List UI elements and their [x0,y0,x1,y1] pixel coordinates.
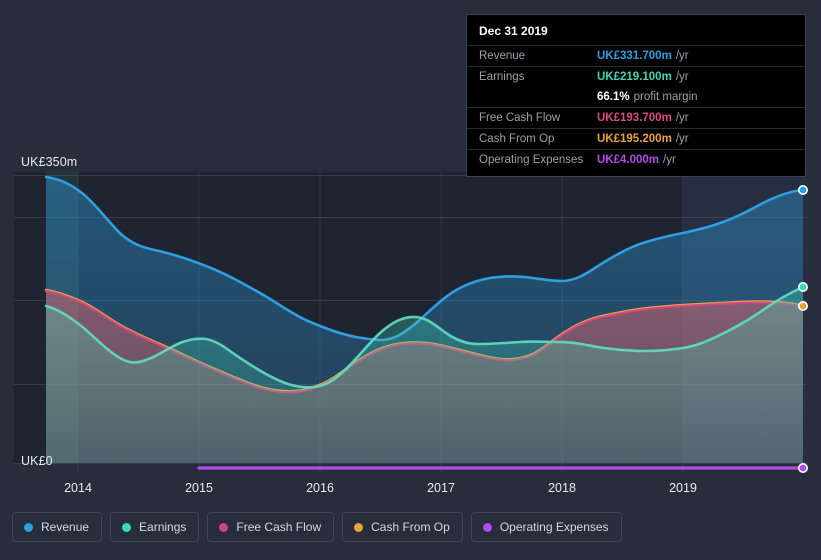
x-tick-label-2019: 2019 [669,481,697,495]
tooltip-row: Free Cash Flow UK£193.700m/yr [467,107,805,128]
financial-area-chart-screen: UK£350m UK£0 2014 2015 2016 2017 2018 2019 De… [0,0,821,560]
x-tick-label-2016: 2016 [306,481,334,495]
legend-item-cash-from-op[interactable]: Cash From Op [342,512,463,542]
legend-item-label: Free Cash Flow [236,520,322,534]
y-axis-zero-label: UK£0 [21,454,53,468]
x-tick-label-2014: 2014 [64,481,92,495]
legend-item-label: Operating Expenses [499,520,609,534]
tooltip-row: 66.1% profit margin [467,87,805,107]
tooltip-row: Earnings UK£219.100m/yr [467,66,805,87]
tooltip-row: Cash From Op UK£195.200m/yr [467,128,805,149]
tooltip-date: Dec 31 2019 [479,24,548,38]
data-point-tooltip: Dec 31 2019 Revenue UK£331.700m/yr Earning… [466,14,806,177]
tooltip-row-suffix: /yr [675,50,689,62]
legend-color-dot-icon [122,522,132,532]
legend-color-dot-icon [24,522,33,532]
legend-color-dot-icon [482,522,492,532]
tooltip-row-label: Operating Expenses [479,154,584,166]
tooltip-row-suffix: /yr [663,154,676,166]
x-tick-label-2015: 2015 [185,481,213,495]
tooltip-row-value: UK£193.700m [597,112,672,124]
legend-item-operating-expenses[interactable]: Operating Expenses [470,512,622,542]
tooltip-row: Revenue UK£331.700m/yr [467,45,805,66]
legend-item-label: Revenue [41,520,90,534]
y-axis-max-label: UK£350m [21,155,78,169]
tooltip-rows: Revenue UK£331.700m/yr Earnings UK£219.100m… [467,45,805,170]
legend-item-free-cash-flow[interactable]: Free Cash Flow [207,512,335,542]
tooltip-row-value: UK£4.000m [597,154,660,166]
x-tick-label-2018: 2018 [548,481,576,495]
x-tick-label-2017: 2017 [427,481,455,495]
tooltip-row-label: Free Cash Flow [479,112,561,124]
tooltip-row-label: Earnings [479,71,525,83]
tooltip-row-value: UK£195.200m [597,133,672,145]
tooltip-row-suffix: profit margin [633,91,698,103]
chart-legend[interactable]: Revenue Earnings Free Cash Flow Cash From O… [12,512,622,542]
tooltip-row-suffix: /yr [675,112,689,124]
tooltip-row-suffix: /yr [675,71,689,83]
tooltip-row-value: UK£219.100m [597,71,672,83]
legend-item-label: Cash From Op [371,520,450,534]
tooltip-row: Operating Expenses UK£4.000m/yr [467,149,805,170]
legend-item-earnings[interactable]: Earnings [110,512,200,542]
legend-color-dot-icon [354,522,364,532]
legend-item-label: Earnings [139,520,187,534]
legend-color-dot-icon [219,522,229,532]
tooltip-row-suffix: /yr [675,133,689,145]
tooltip-row-label: Revenue [479,50,526,62]
tooltip-row-value: 66.1% [597,91,630,103]
tooltip-row-label: Cash From Op [479,133,555,145]
legend-item-revenue[interactable]: Revenue [12,512,103,542]
tooltip-row-value: UK£331.700m [597,50,672,62]
